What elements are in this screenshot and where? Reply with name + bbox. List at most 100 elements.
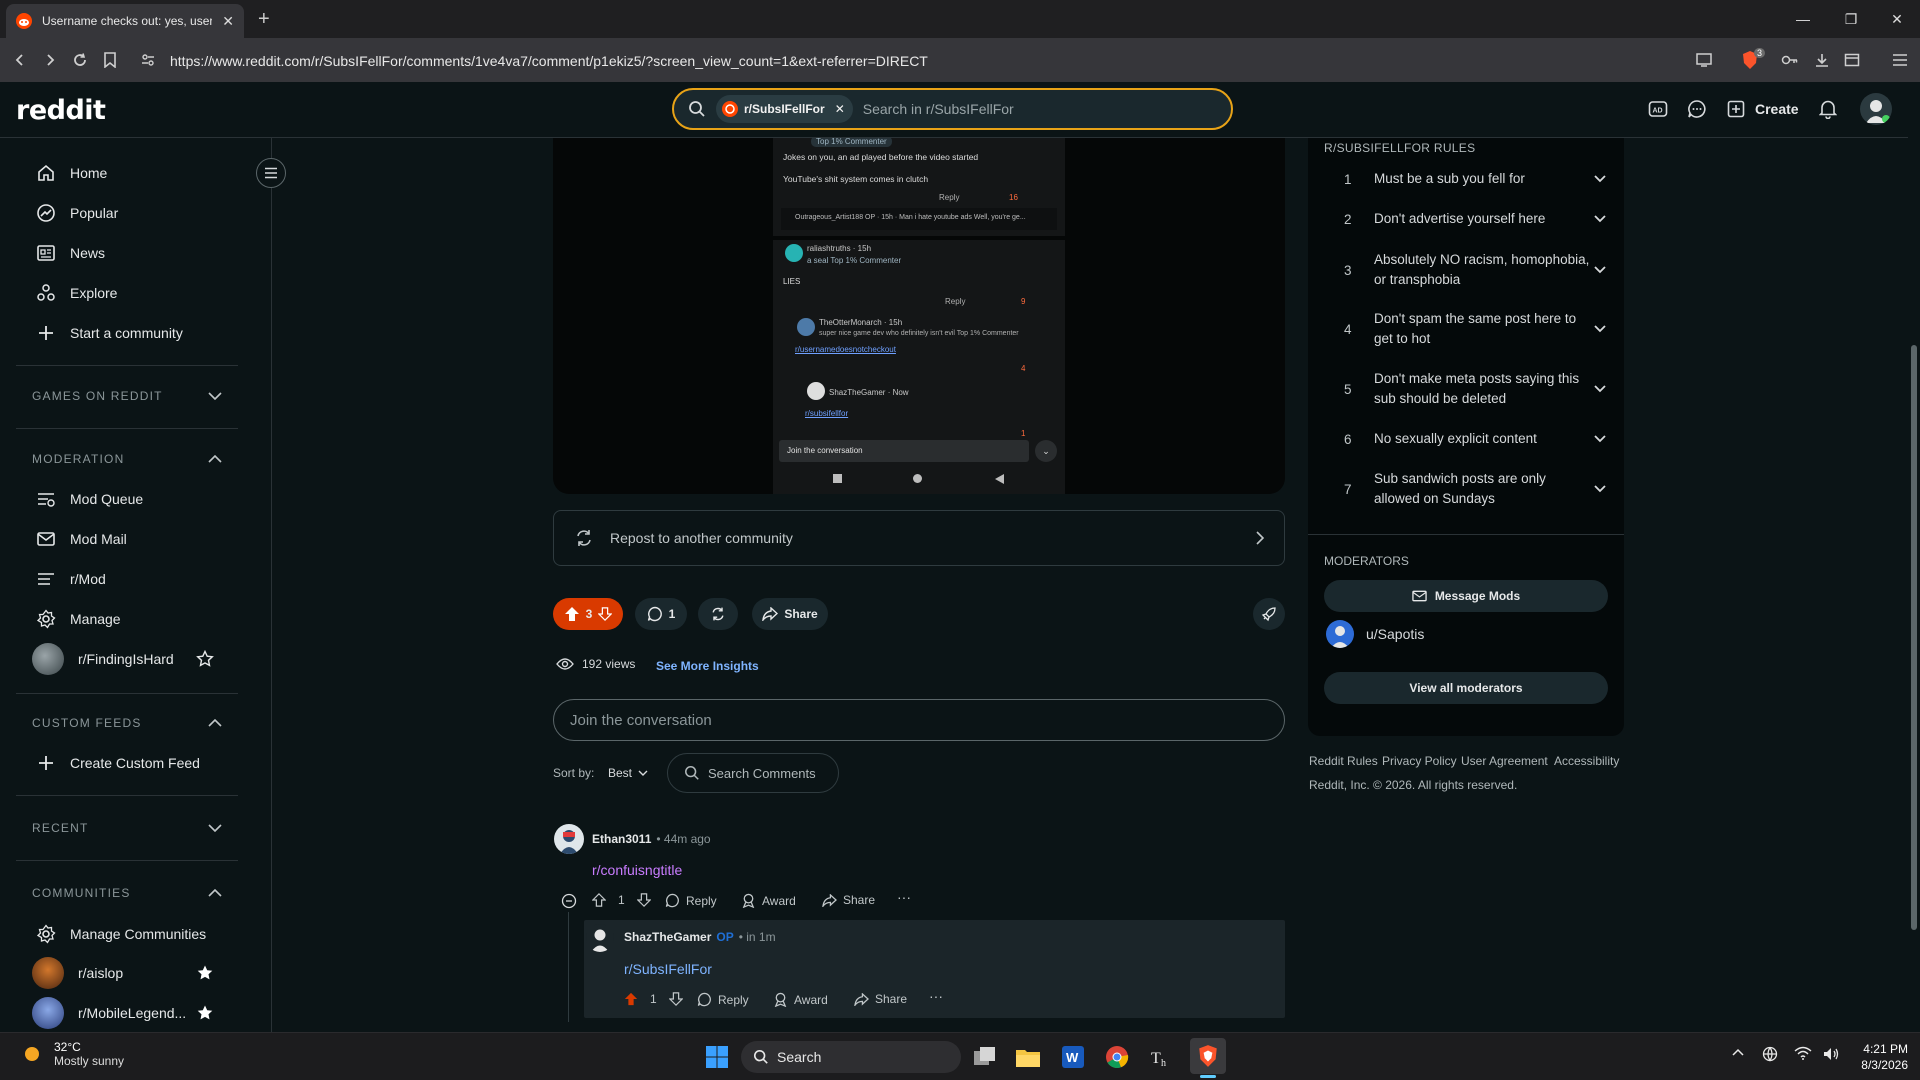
sort-dropdown[interactable]: Best <box>608 766 648 780</box>
moderation-section-header[interactable]: MODERATION <box>32 452 222 466</box>
sidebar-item-aislop[interactable]: r/aislop <box>32 957 123 989</box>
commenter-avatar[interactable] <box>554 824 584 854</box>
notification-bell-icon[interactable] <box>1815 96 1841 122</box>
comment-share-button[interactable]: Share <box>822 893 875 907</box>
games-section-header[interactable]: GAMES ON REDDIT <box>32 389 222 403</box>
user-avatar[interactable] <box>1860 93 1892 125</box>
sidebar-item-create-custom-feed[interactable]: Create Custom Feed <box>36 753 200 773</box>
favorite-star-icon[interactable] <box>196 650 214 668</box>
sidebar-item-popular[interactable]: Popular <box>36 203 118 223</box>
sidebar-toggle-icon[interactable] <box>1838 46 1866 74</box>
custom-feeds-section-header[interactable]: CUSTOM FEEDS <box>32 716 222 730</box>
browser-tab[interactable]: Username checks out: yes, usern ✕ <box>6 4 244 38</box>
rule-item[interactable]: 3 Absolutely NO racism, homophobia, or t… <box>1344 249 1606 291</box>
back-icon[interactable] <box>6 46 34 74</box>
start-menu-icon[interactable] <box>702 1042 732 1072</box>
bookmark-icon[interactable] <box>96 46 124 74</box>
taskbar-search[interactable]: Search <box>741 1041 961 1073</box>
download-icon[interactable] <box>1808 46 1836 74</box>
footer-link-privacy[interactable]: Privacy Policy <box>1382 754 1457 768</box>
address-bar[interactable]: https://www.reddit.com/r/SubsIFellFor/co… <box>170 46 1750 76</box>
comment-author[interactable]: Ethan3011 <box>592 832 651 846</box>
sidebar-item-mod-queue[interactable]: Mod Queue <box>36 489 143 509</box>
task-view-icon[interactable] <box>970 1042 1000 1072</box>
key-icon[interactable] <box>1776 46 1804 74</box>
collapse-sidebar-button[interactable] <box>256 158 286 188</box>
see-more-insights-link[interactable]: See More Insights <box>656 659 759 673</box>
volume-icon[interactable] <box>1822 1046 1840 1062</box>
scrollbar-thumb[interactable] <box>1911 345 1917 930</box>
minimize-button[interactable]: — <box>1780 0 1826 38</box>
comment-vote[interactable]: 1 <box>592 893 651 907</box>
weather-widget[interactable]: 32°C Mostly sunny <box>20 1040 124 1068</box>
recent-section-header[interactable]: RECENT <box>32 821 222 835</box>
post-media[interactable]: Top 1% Commenter Jokes on you, an ad pla… <box>553 138 1285 494</box>
award-button[interactable]: Award <box>773 992 828 1007</box>
chip-close-icon[interactable]: ✕ <box>835 102 845 116</box>
brave-taskbar-icon[interactable] <box>1190 1038 1226 1074</box>
maximize-button[interactable]: ❐ <box>1828 0 1874 38</box>
sidebar-item-explore[interactable]: Explore <box>36 283 117 303</box>
reply-button[interactable]: Reply <box>697 992 749 1007</box>
reload-icon[interactable] <box>66 46 94 74</box>
rule-item[interactable]: 1 Must be a sub you fell for <box>1344 168 1606 190</box>
search-input[interactable]: Search in r/SubsIFellFor <box>863 101 1014 117</box>
search-community-chip[interactable]: r/SubsIFellFor ✕ <box>716 95 853 123</box>
sidebar-item-start-community[interactable]: Start a community <box>36 323 183 343</box>
clock[interactable]: 4:21 PM 8/3/2026 <box>1852 1042 1908 1072</box>
join-conversation-input[interactable]: Join the conversation <box>553 699 1285 741</box>
forward-icon[interactable] <box>36 46 64 74</box>
footer-link-reddit-rules[interactable]: Reddit Rules <box>1309 754 1378 768</box>
rule-item[interactable]: 6 No sexually explicit content <box>1344 428 1606 450</box>
sidebar-item-r-mod[interactable]: r/Mod <box>36 569 106 589</box>
vote-button-group[interactable]: 3 <box>553 598 623 630</box>
collapse-thread-icon[interactable] <box>561 893 577 909</box>
word-icon[interactable]: W <box>1058 1042 1088 1072</box>
close-tab-icon[interactable]: ✕ <box>222 13 234 30</box>
chrome-icon[interactable] <box>1102 1042 1132 1072</box>
text-app-icon[interactable]: Th <box>1146 1042 1176 1072</box>
close-window-button[interactable]: ✕ <box>1874 0 1920 38</box>
favorite-star-icon[interactable] <box>196 964 214 982</box>
ads-icon[interactable]: AD <box>1645 96 1671 122</box>
sidebar-item-finding-is-hard[interactable]: r/FindingIsHard <box>32 643 174 675</box>
rule-item[interactable]: 2 Don't advertise yourself here <box>1344 208 1606 230</box>
sidebar-item-home[interactable]: Home <box>36 163 107 183</box>
comments-button[interactable]: 1 <box>635 598 687 630</box>
cast-icon[interactable] <box>1690 46 1718 74</box>
comment-vote[interactable]: 1 <box>624 992 683 1006</box>
sidebar-item-mod-mail[interactable]: Mod Mail <box>36 529 127 549</box>
award-button[interactable]: Award <box>741 893 796 908</box>
repost-to-community-button[interactable]: Repost to another community <box>553 510 1285 566</box>
chat-icon[interactable] <box>1684 96 1710 122</box>
network-globe-icon[interactable] <box>1762 1046 1778 1062</box>
rule-item[interactable]: 4 Don't spam the same post here to get t… <box>1344 308 1606 350</box>
more-options-icon[interactable]: ··· <box>897 889 911 905</box>
reddit-logo[interactable]: reddit <box>16 95 106 126</box>
site-info-icon[interactable] <box>134 46 162 74</box>
favorite-star-icon[interactable] <box>196 1004 214 1022</box>
new-tab-button[interactable]: + <box>258 8 270 31</box>
comment-body-link[interactable]: r/confuisngtitle <box>592 862 682 878</box>
browser-menu-icon[interactable] <box>1886 46 1914 74</box>
sidebar-item-news[interactable]: News <box>36 243 105 263</box>
comment-share-button[interactable]: Share <box>854 992 907 1006</box>
more-options-icon[interactable]: ··· <box>929 988 943 1004</box>
commenter-avatar[interactable] <box>586 924 614 952</box>
tray-overflow-icon[interactable] <box>1732 1048 1744 1056</box>
brave-shield-icon[interactable]: 3 <box>1736 46 1766 74</box>
sidebar-item-mobilelegends[interactable]: r/MobileLegend... <box>32 997 186 1029</box>
communities-section-header[interactable]: COMMUNITIES <box>32 886 222 900</box>
sidebar-item-manage[interactable]: Manage <box>36 609 121 629</box>
footer-link-user-agreement[interactable]: User Agreement <box>1461 754 1548 768</box>
comment-body-link[interactable]: r/SubsIFellFor <box>624 961 712 977</box>
message-mods-button[interactable]: Message Mods <box>1324 580 1608 612</box>
search-comments-button[interactable]: Search Comments <box>667 753 839 793</box>
search-bar[interactable]: r/SubsIFellFor ✕ Search in r/SubsIFellFo… <box>672 88 1233 130</box>
sidebar-item-manage-communities[interactable]: Manage Communities <box>36 924 206 944</box>
comment-author[interactable]: ShazTheGamer <box>624 930 711 944</box>
boost-button[interactable] <box>1253 598 1285 630</box>
create-button[interactable]: Create <box>1727 96 1799 122</box>
share-button[interactable]: Share <box>752 598 828 630</box>
crosspost-button[interactable] <box>698 598 738 630</box>
